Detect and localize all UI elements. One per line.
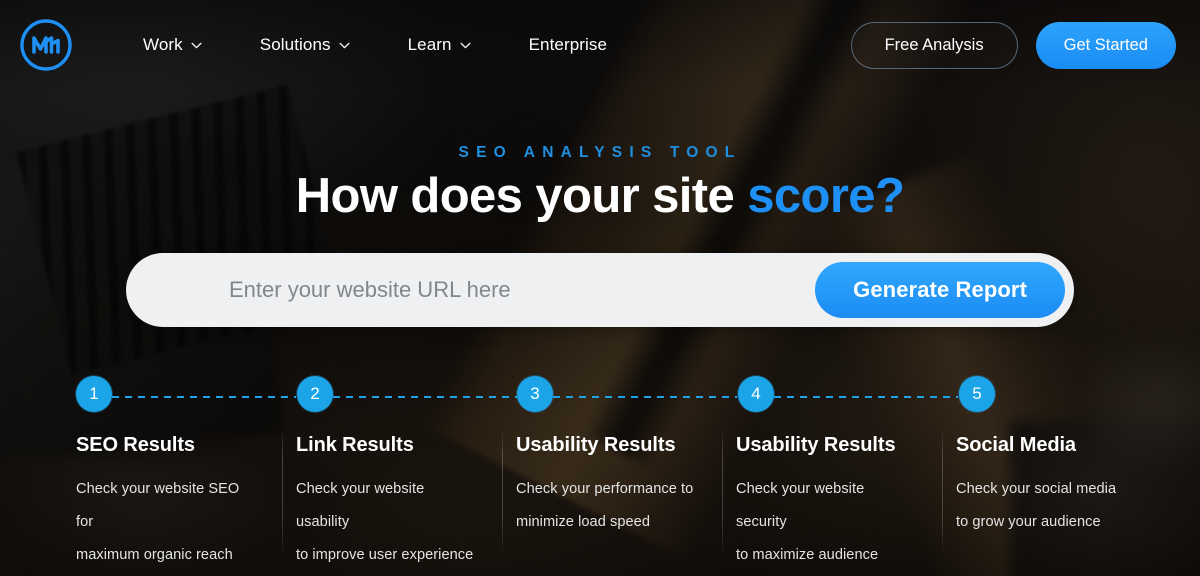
nav-item-label: Work bbox=[143, 35, 183, 54]
step-marker-1[interactable]: 1 bbox=[76, 376, 112, 412]
step-card-4: Usability Results Check your website sec… bbox=[722, 428, 942, 576]
nav-item-label: Learn bbox=[407, 35, 452, 54]
headline-accent: score? bbox=[747, 169, 905, 223]
navbar-actions: Free Analysis Get Started bbox=[850, 21, 1176, 69]
nav-item-work[interactable]: Work bbox=[114, 27, 231, 63]
nav-item-solutions[interactable]: Solutions bbox=[231, 27, 379, 63]
step-card-title: Social Media bbox=[956, 434, 1076, 456]
step-cards: SEO Results Check your website SEO for m… bbox=[0, 428, 1200, 576]
nav-item-enterprise[interactable]: Enterprise bbox=[500, 27, 636, 63]
website-url-input[interactable] bbox=[126, 252, 816, 327]
step-card-description: Check your website usability to improve … bbox=[296, 473, 476, 572]
step-marker-5[interactable]: 5 bbox=[959, 376, 995, 412]
step-card-desc-line: minimize load speed bbox=[516, 514, 650, 530]
step-connector bbox=[553, 396, 737, 398]
chevron-down-icon bbox=[191, 42, 202, 48]
step-card-desc-line: Check your website SEO for bbox=[76, 481, 240, 530]
step-card-desc-line: Check your website security bbox=[736, 481, 865, 530]
step-card-1: SEO Results Check your website SEO for m… bbox=[62, 434, 282, 576]
step-card-desc-line: Check your performance to bbox=[516, 481, 694, 497]
step-card-title: SEO Results bbox=[76, 434, 195, 456]
url-search-bar: Generate Report bbox=[126, 252, 1074, 327]
step-card-description: Check your social media to grow your aud… bbox=[956, 473, 1136, 539]
step-card-desc-line: Check your website usability bbox=[296, 481, 425, 530]
steps-track: 1 2 3 4 5 bbox=[0, 376, 1200, 418]
nav-item-label: Enterprise bbox=[528, 35, 608, 54]
free-analysis-button[interactable]: Free Analysis bbox=[850, 21, 1018, 69]
get-started-button[interactable]: Get Started bbox=[1035, 21, 1176, 69]
chevron-down-icon bbox=[460, 42, 471, 48]
step-card-title: Usability Results bbox=[736, 434, 896, 456]
step-card-title: Usability Results bbox=[516, 434, 676, 456]
generate-report-button[interactable]: Generate Report bbox=[815, 261, 1065, 318]
nav-item-label: Solutions bbox=[259, 35, 331, 54]
step-marker-3[interactable]: 3 bbox=[517, 376, 553, 412]
step-card-3: Usability Results Check your performance… bbox=[502, 428, 722, 576]
step-card-desc-line: to maximize audience bbox=[736, 547, 879, 563]
circle-m-logo-icon[interactable] bbox=[18, 17, 74, 73]
page-root: Work Solutions Learn Enterprise Free Ana… bbox=[0, 0, 1200, 576]
step-connector bbox=[112, 396, 296, 398]
step-card-description: Check your performance to minimize load … bbox=[516, 473, 696, 539]
step-card-5: Social Media Check your social media to … bbox=[942, 428, 1162, 576]
page-title: How does your site score? bbox=[296, 169, 905, 224]
step-card-desc-line: maximum organic reach bbox=[76, 547, 233, 563]
step-card-description: Check your website security to maximize … bbox=[736, 473, 916, 572]
step-marker-4[interactable]: 4 bbox=[738, 376, 774, 412]
nav-links: Work Solutions Learn Enterprise bbox=[114, 27, 636, 63]
step-card-desc-line: to grow your audience bbox=[956, 514, 1101, 530]
step-marker-2[interactable]: 2 bbox=[297, 376, 333, 412]
step-card-desc-line: Check your social media bbox=[956, 481, 1117, 497]
chevron-down-icon bbox=[339, 42, 350, 48]
hero-kicker: SEO ANALYSIS TOOL bbox=[458, 144, 742, 161]
main-navbar: Work Solutions Learn Enterprise Free Ana… bbox=[0, 0, 1200, 90]
headline-main: How does your site bbox=[295, 169, 748, 223]
steps-section: 1 2 3 4 5 SEO Results Check your website… bbox=[0, 376, 1200, 576]
nav-item-learn[interactable]: Learn bbox=[379, 27, 500, 63]
step-card-desc-line: to improve user experience bbox=[296, 547, 474, 563]
step-card-title: Link Results bbox=[296, 434, 414, 456]
step-connector bbox=[333, 396, 517, 398]
step-connector bbox=[774, 396, 958, 398]
step-card-2: Link Results Check your website usabilit… bbox=[282, 428, 502, 576]
step-card-description: Check your website SEO for maximum organ… bbox=[76, 473, 256, 572]
